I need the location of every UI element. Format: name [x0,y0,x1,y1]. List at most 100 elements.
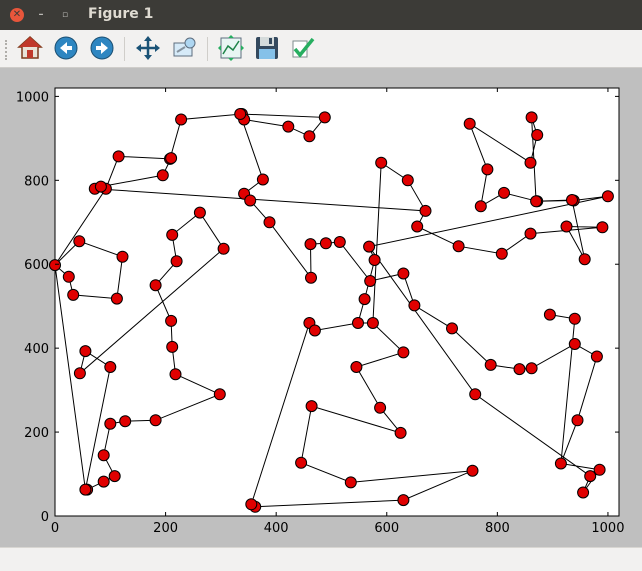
edit-check-icon [292,37,315,58]
city-point [463,117,476,130]
x-tick-label: 200 [153,521,178,536]
city-point [295,456,308,469]
city-point [554,457,567,470]
y-tick-label: 800 [24,174,49,189]
city-point [366,317,379,329]
toolbar-separator [207,37,208,61]
save-button[interactable] [253,34,281,62]
x-tick-label: 800 [485,521,510,536]
city-point [578,253,591,266]
city-point [566,194,578,206]
city-point [408,299,421,312]
pan-button[interactable] [134,34,162,62]
city-point [596,221,609,234]
city-point [469,388,482,401]
window-titlebar: ✕ – ▫ Figure 1 [0,0,642,30]
city-point [303,130,316,143]
city-point [452,240,465,253]
x-tick-label: 400 [264,521,289,536]
city-point [119,415,132,428]
city-point [498,186,510,199]
close-window-button[interactable]: ✕ [10,8,24,22]
city-point [234,108,247,120]
city-point [79,483,92,496]
city-point [590,350,603,363]
y-tick-label: 0 [41,510,49,525]
forward-arrow-icon [90,36,114,60]
x-tick-label: 1000 [591,521,624,536]
x-tick-label: 600 [374,521,399,536]
city-point [49,259,61,272]
city-point [67,288,80,301]
y-tick-label: 600 [24,258,49,273]
city-point [94,180,107,193]
y-tick-label: 200 [24,426,49,441]
plot-area [54,87,620,517]
city-point [568,312,581,325]
city-point [62,270,75,283]
city-point [524,227,537,240]
city-point [375,156,388,169]
city-point [149,279,162,292]
city-point [601,190,614,203]
city-point [474,200,487,213]
city-point [305,271,317,284]
city-point [525,111,538,124]
city-point [304,238,317,251]
city-point [79,345,92,358]
city-point [263,216,276,229]
city-point [344,476,357,489]
city-point [411,220,424,233]
city-point [484,358,497,371]
city-point [397,267,410,280]
city-point [525,362,538,375]
city-point [166,228,179,241]
city-point [97,449,110,462]
city-point [108,470,121,483]
save-disk-icon [256,37,278,59]
city-point [165,152,178,165]
city-point [466,464,479,477]
city-point [305,400,318,413]
y-tick-label: 1000 [16,90,49,105]
city-point [560,220,573,233]
city-point [397,346,410,359]
city-point [217,242,230,255]
city-point [481,163,494,176]
city-point [364,275,377,287]
city-point [97,475,110,488]
city-point [112,150,125,163]
city-point [397,494,410,507]
maximize-window-button[interactable]: ▫ [58,8,72,22]
toolbar-grip[interactable] [5,40,10,60]
pan-move-icon [136,36,160,60]
home-button[interactable] [16,34,44,62]
city-point [571,414,584,427]
zoom-button[interactable] [170,34,198,62]
city-point [256,173,269,186]
city-point [577,486,590,499]
city-point [104,361,117,373]
city-point [319,237,332,250]
forward-button[interactable] [88,34,116,62]
city-point [513,363,526,376]
city-point [350,361,363,373]
city-point [374,401,387,414]
city-point [116,250,129,263]
edit-axis-button[interactable] [289,34,317,62]
toolbar [0,30,642,68]
city-point [170,255,183,268]
city-point [308,324,321,337]
back-button[interactable] [52,34,80,62]
toolbar-separator [124,37,125,61]
city-point [531,129,544,141]
city-point [244,194,257,207]
city-point [73,367,86,380]
city-point [363,240,376,253]
city-point [401,174,414,187]
city-point [149,414,162,427]
configure-subplots-button[interactable] [217,34,245,62]
city-point [524,156,537,169]
city-point [333,236,346,248]
minimize-window-button[interactable]: – [34,8,48,22]
